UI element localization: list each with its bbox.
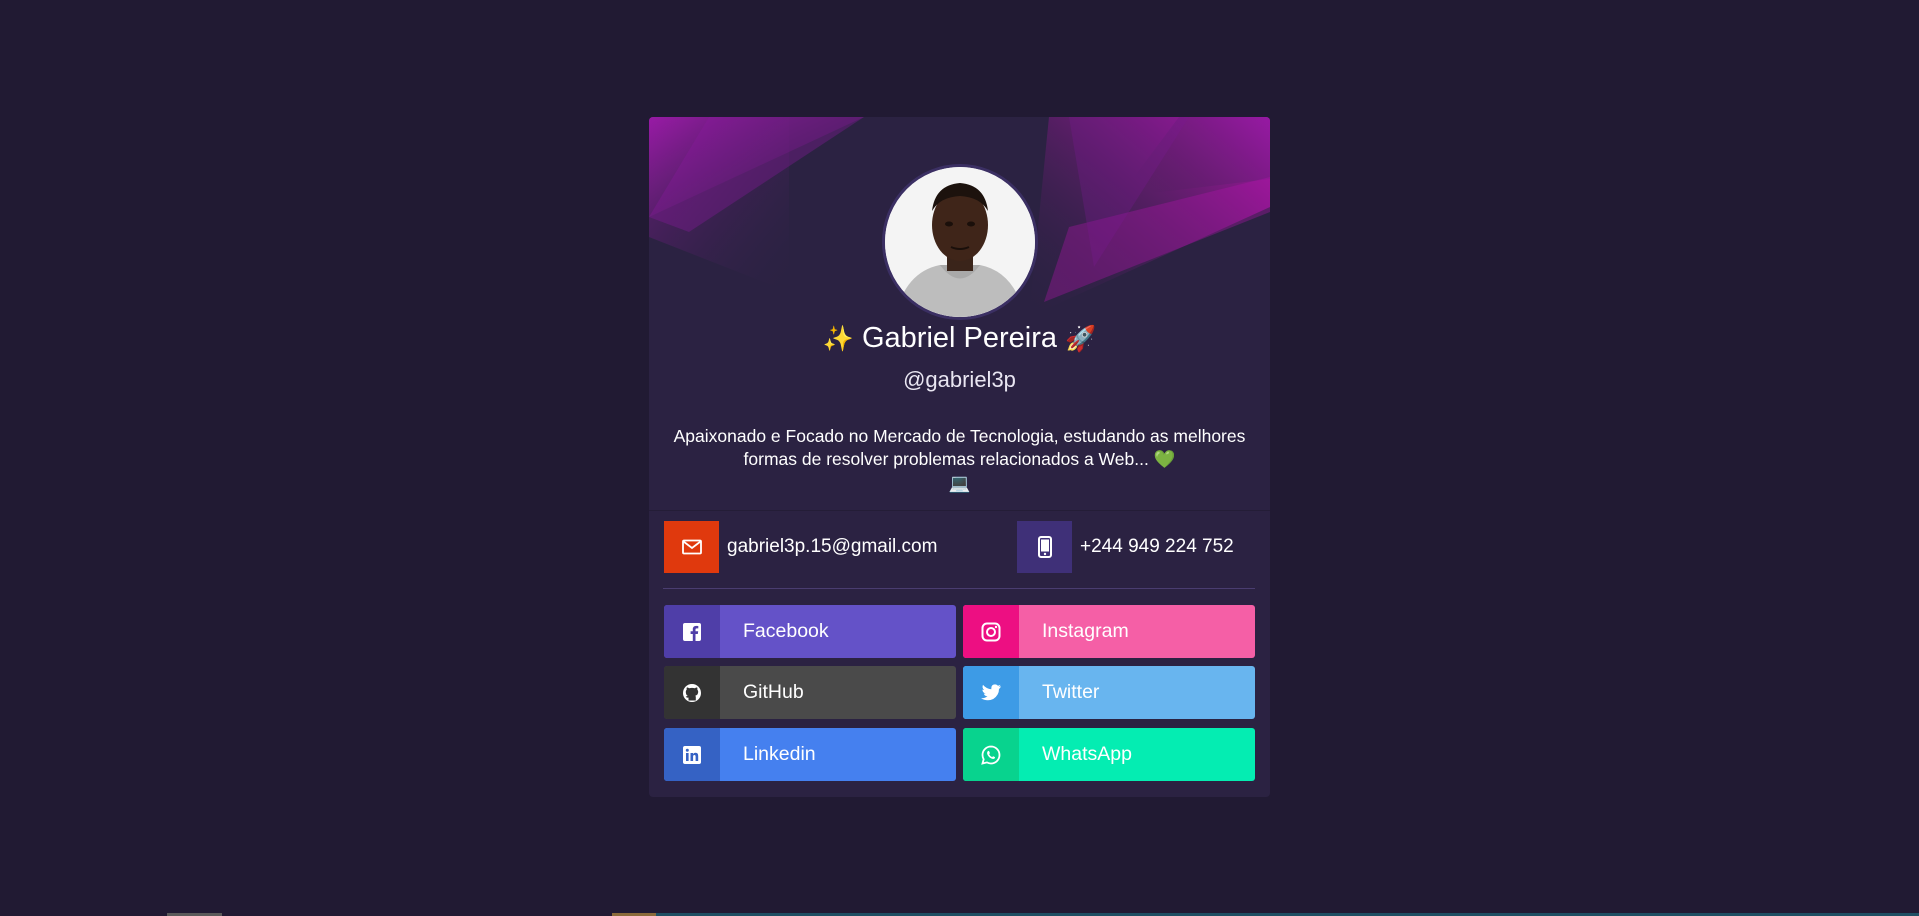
instagram-button[interactable]: Instagram: [963, 605, 1255, 658]
laptop-icon: 💻: [948, 474, 971, 494]
facebook-button[interactable]: Facebook: [664, 605, 956, 658]
profile-card: ✨ Gabriel Pereira 🚀 @gabriel3p Apaixonad…: [649, 117, 1270, 797]
twitter-icon: [963, 666, 1019, 719]
avatar: [882, 164, 1038, 320]
email-contact[interactable]: gabriel3p.15@gmail.com: [664, 521, 937, 573]
section-divider: [649, 510, 1270, 511]
phone-contact[interactable]: +244 949 224 752: [1017, 521, 1234, 573]
profile-name: ✨ Gabriel Pereira 🚀: [649, 320, 1270, 357]
linkedin-label: Linkedin: [743, 743, 816, 765]
avatar-photo: [885, 167, 1035, 317]
profile-bio: Apaixonado e Focado no Mercado de Tecnol…: [669, 425, 1250, 496]
whatsapp-button[interactable]: WhatsApp: [963, 728, 1255, 781]
linkedin-button[interactable]: Linkedin: [664, 728, 956, 781]
github-button[interactable]: GitHub: [664, 666, 956, 719]
github-icon: [664, 666, 720, 719]
instagram-label: Instagram: [1042, 620, 1129, 642]
whatsapp-icon: [963, 728, 1019, 781]
twitter-button[interactable]: Twitter: [963, 666, 1255, 719]
whatsapp-label: WhatsApp: [1042, 743, 1132, 765]
instagram-icon: [963, 605, 1019, 658]
phone-icon: [1017, 521, 1072, 573]
rocket-icon: 🚀: [1065, 324, 1097, 353]
facebook-label: Facebook: [743, 620, 829, 642]
phone-text[interactable]: +244 949 224 752: [1080, 536, 1234, 558]
profile-name-text: Gabriel Pereira: [861, 322, 1058, 354]
linkedin-icon: [664, 728, 720, 781]
profile-handle: @gabriel3p: [903, 367, 1016, 392]
email-text[interactable]: gabriel3p.15@gmail.com: [727, 536, 937, 558]
contacts-divider: [663, 588, 1255, 589]
twitter-label: Twitter: [1042, 681, 1100, 703]
green-heart-icon: 💚: [1153, 450, 1176, 470]
sparkles-icon: ✨: [822, 324, 854, 353]
facebook-icon: [664, 605, 720, 658]
mail-icon: [664, 521, 719, 573]
github-label: GitHub: [743, 681, 804, 703]
